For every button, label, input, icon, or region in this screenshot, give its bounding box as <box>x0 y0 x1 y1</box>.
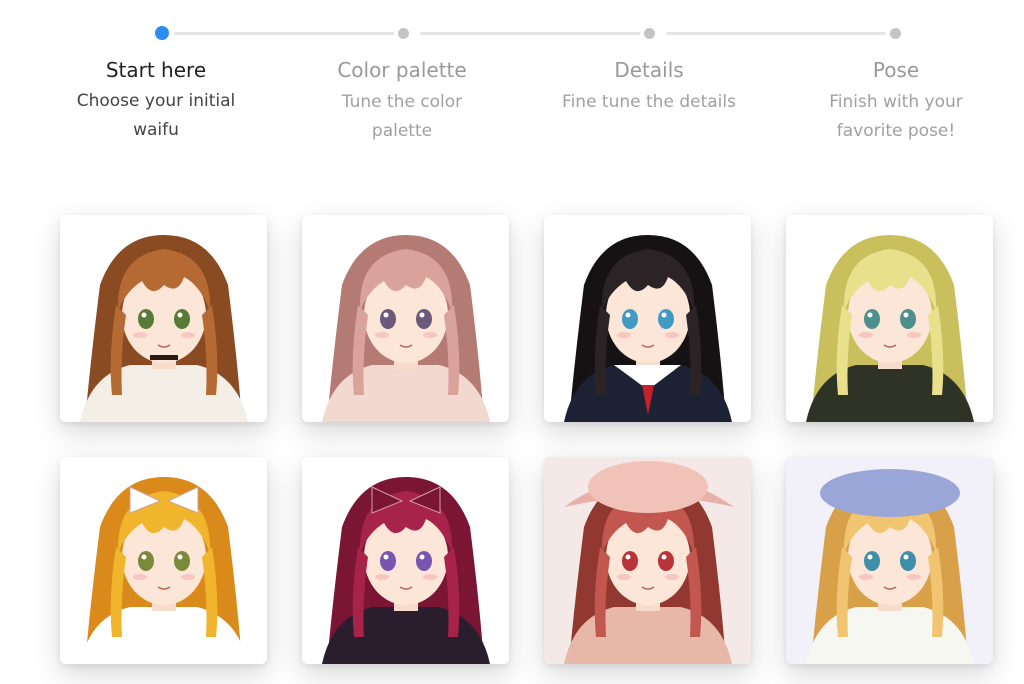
step-color-palette[interactable]: Color palette Tune the color palette <box>302 56 502 146</box>
waifu-card[interactable] <box>786 215 993 422</box>
step-description: Choose your initial waifu <box>76 91 236 140</box>
step-description: Tune the color palette <box>341 92 463 141</box>
waifu-portrait-image <box>544 215 751 422</box>
step-start-here[interactable]: Start here Choose your initial waifu <box>56 56 256 145</box>
waifu-portrait-image <box>302 215 509 422</box>
step-details[interactable]: Details Fine tune the details <box>549 56 749 117</box>
waifu-portrait-image <box>786 215 993 422</box>
waifu-portrait-image <box>544 457 751 664</box>
step-title: Color palette <box>337 58 467 82</box>
waifu-portrait-image <box>60 457 267 664</box>
step-connector-1 <box>174 32 394 35</box>
step-pose[interactable]: Pose Finish with your favorite pose! <box>796 56 996 146</box>
waifu-card[interactable] <box>786 457 993 664</box>
step-dot-3[interactable] <box>644 28 655 39</box>
waifu-card[interactable] <box>60 215 267 422</box>
step-connector-2 <box>420 32 640 35</box>
step-title: Pose <box>872 58 920 82</box>
step-dot-4[interactable] <box>890 28 901 39</box>
waifu-card[interactable] <box>302 457 509 664</box>
waifu-card[interactable] <box>60 457 267 664</box>
waifu-card[interactable] <box>544 457 751 664</box>
waifu-portrait-image <box>786 457 993 664</box>
step-connector-3 <box>666 32 886 35</box>
step-dot-2[interactable] <box>398 28 409 39</box>
waifu-card[interactable] <box>302 215 509 422</box>
step-description: Finish with your favorite pose! <box>829 92 963 141</box>
waifu-portrait-image <box>60 215 267 422</box>
waifu-portrait-image <box>302 457 509 664</box>
stepper: Start here Choose your initial waifu Col… <box>0 0 1024 160</box>
step-title: Start here <box>105 58 207 82</box>
step-dot-1[interactable] <box>155 26 169 40</box>
step-title: Details <box>614 58 684 82</box>
waifu-card[interactable] <box>544 215 751 422</box>
step-description: Fine tune the details <box>562 92 736 112</box>
